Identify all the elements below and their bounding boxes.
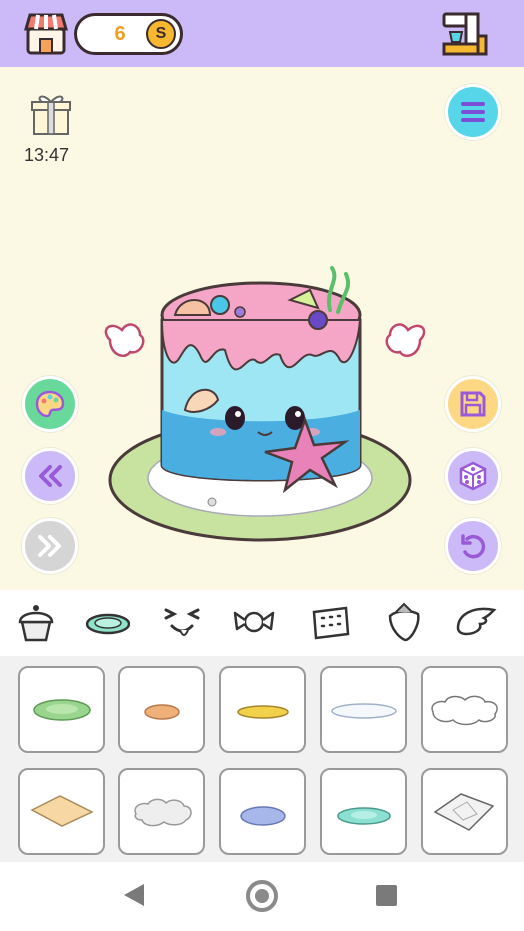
undo-button[interactable] [445,518,501,574]
random-button[interactable] [445,448,501,504]
cupcake-icon[interactable] [14,600,58,644]
baking-machine-icon[interactable] [440,10,490,58]
cracker-icon[interactable] [308,600,352,644]
save-button[interactable] [445,376,501,432]
strawberry-icon[interactable] [382,600,426,644]
item-plate-white[interactable] [320,666,407,753]
wing-icon[interactable] [454,600,498,644]
undo-icon [461,534,486,559]
system-nav-bar [0,862,524,931]
previous-button[interactable] [22,448,78,504]
item-grid [0,656,524,862]
plate-icon[interactable] [85,600,131,644]
palette-button[interactable] [22,376,78,432]
next-button[interactable] [22,518,78,574]
coin-icon: S [146,19,176,49]
nav-home-icon[interactable] [246,880,278,912]
gift-icon[interactable] [30,90,72,136]
cake-illustration [100,260,430,550]
rewind-icon [39,465,62,487]
item-plate-cloud-grey[interactable] [118,768,205,855]
category-tabs [0,590,524,656]
nav-recents-icon[interactable] [376,885,397,906]
top-bar: 6 S [0,0,524,67]
coin-counter: 6 S [74,13,183,55]
item-plate-orange[interactable] [118,666,205,753]
face-icon[interactable] [160,600,204,644]
item-plate-blue[interactable] [219,768,306,855]
palette-icon [35,390,65,418]
candy-icon[interactable] [232,600,276,644]
gift-timer: 13:47 [24,145,70,165]
coin-count: 6 [114,23,126,45]
item-plate-napkin[interactable] [18,768,105,855]
dice-icon [459,461,487,491]
menu-icon [461,102,485,122]
save-icon [460,391,486,417]
nav-back-icon[interactable] [124,884,144,906]
item-plate-cloud[interactable] [421,666,508,753]
item-plate-gold[interactable] [219,666,306,753]
item-plate-lace[interactable] [421,768,508,855]
menu-button[interactable] [445,84,501,140]
item-plate-teal[interactable] [320,768,407,855]
item-plate-green[interactable] [18,666,105,753]
shop-icon[interactable] [22,9,70,57]
fast-forward-icon [38,535,61,557]
